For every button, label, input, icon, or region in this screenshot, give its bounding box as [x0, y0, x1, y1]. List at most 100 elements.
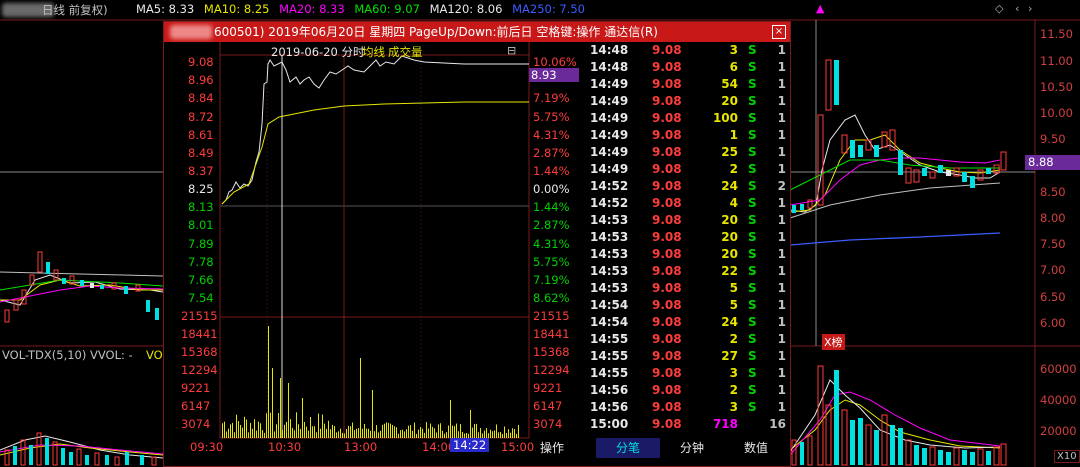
- volume-toggle[interactable]: 成交量: [388, 44, 423, 60]
- settings-icon[interactable]: ⊟: [507, 44, 516, 57]
- avg-line-toggle[interactable]: 均线: [362, 44, 385, 60]
- volume-bar: [346, 429, 347, 438]
- tick-row[interactable]: 15:00 9.08 718 16: [582, 417, 790, 434]
- tick-price: 9.08: [652, 43, 682, 57]
- tick-row[interactable]: 14:48 9.08 6 S 1: [582, 60, 790, 77]
- volume-bar: [422, 428, 423, 438]
- volume-bar: [224, 421, 225, 438]
- price-label: 7.54: [188, 291, 214, 305]
- volume-bar: [496, 424, 497, 438]
- tick-row[interactable]: 14:55 9.08 2 S 1: [582, 332, 790, 349]
- volume-bar: [370, 430, 371, 438]
- tick-row[interactable]: 14:53 9.08 5 S 1: [582, 281, 790, 298]
- volume-bar: [240, 424, 241, 438]
- volume-bar: [388, 422, 389, 438]
- tick-price: 9.08: [652, 383, 682, 397]
- tick-row[interactable]: 14:55 9.08 27 S 1: [582, 349, 790, 366]
- tick-row[interactable]: 14:49 9.08 25 S 1: [582, 145, 790, 162]
- tick-row[interactable]: 14:52 9.08 24 S 2: [582, 179, 790, 196]
- tick-row[interactable]: 14:48 9.08 3 S 1: [582, 43, 790, 60]
- tick-time: 14:49: [590, 77, 629, 91]
- tick-row[interactable]: 14:49 9.08 20 S 1: [582, 94, 790, 111]
- volume-bar: [244, 416, 245, 438]
- volume-bar: [444, 433, 445, 438]
- tick-volume: 3: [729, 366, 738, 380]
- tab-ticks[interactable]: 分笔: [596, 438, 660, 458]
- price-label: 8.61: [188, 128, 214, 142]
- tick-row[interactable]: 14:49 9.08 100 S 1: [582, 111, 790, 128]
- volume-bar: [270, 412, 271, 438]
- tick-row[interactable]: 14:53 9.08 20 S 1: [582, 247, 790, 264]
- tick-time: 14:53: [590, 264, 629, 278]
- volume-bar: [342, 432, 343, 438]
- current-price-tag: 8.88: [1025, 155, 1080, 170]
- volume-bar: [498, 432, 499, 438]
- volume-bar: [226, 431, 227, 438]
- tick-count: 1: [777, 349, 786, 363]
- kline-marker[interactable]: X榜: [822, 334, 845, 350]
- volume-indicator-label[interactable]: VOL-TDX(5,10) VVOL: -: [2, 348, 133, 362]
- tick-time: 14:55: [590, 332, 629, 346]
- volume-bar: [368, 428, 369, 438]
- tick-row[interactable]: 14:53 9.08 20 S 1: [582, 213, 790, 230]
- price-label: 8.37: [188, 164, 214, 178]
- volume-bar: [404, 431, 405, 438]
- volume-bar: [418, 429, 419, 438]
- volume-bar: [294, 430, 295, 438]
- tick-row[interactable]: 14:53 9.08 22 S 1: [582, 264, 790, 281]
- volume-bar: [338, 431, 339, 438]
- volume-bar: [402, 429, 403, 438]
- volume-bar: [458, 431, 459, 438]
- tick-count: 1: [777, 247, 786, 261]
- tick-row[interactable]: 14:49 9.08 1 S 1: [582, 128, 790, 145]
- close-icon[interactable]: ×: [772, 25, 786, 39]
- volume-bar: [262, 430, 263, 438]
- volume-label: 15368: [181, 345, 218, 359]
- tick-time: 14:49: [590, 128, 629, 142]
- tick-row[interactable]: 14:56 9.08 3 S 1: [582, 400, 790, 417]
- tick-side: S: [748, 366, 757, 380]
- volume-bar: [286, 421, 287, 438]
- tick-volume: 2: [729, 162, 738, 176]
- tick-row[interactable]: 14:54 9.08 5 S 1: [582, 298, 790, 315]
- volume-bar: [504, 426, 505, 438]
- tick-row[interactable]: 14:52 9.08 4 S 1: [582, 196, 790, 213]
- tick-time: 14:48: [590, 60, 629, 74]
- volume-bar: [390, 423, 391, 438]
- pct-label: 4.31%: [533, 237, 570, 251]
- volume-bar: [490, 429, 491, 438]
- scale-label[interactable]: X10: [1054, 450, 1080, 463]
- tick-volume: 6: [729, 60, 738, 74]
- tab-values[interactable]: 数值: [724, 438, 788, 458]
- tick-side: S: [748, 43, 757, 57]
- volume-bar: [394, 426, 395, 438]
- volume-bar: [516, 433, 517, 438]
- volume-label: 18441: [181, 327, 218, 341]
- tick-price: 9.08: [652, 128, 682, 142]
- tab-operation[interactable]: 操作: [532, 438, 572, 458]
- volume-bar: [486, 428, 487, 438]
- volume-bar: [416, 433, 417, 438]
- tick-row[interactable]: 14:53 9.08 20 S 1: [582, 230, 790, 247]
- volume-bar: [236, 414, 237, 438]
- tick-volume: 24: [721, 179, 738, 193]
- tick-row[interactable]: 14:49 9.08 54 S 1: [582, 77, 790, 94]
- tick-volume: 2: [729, 383, 738, 397]
- tick-row[interactable]: 14:49 9.08 2 S 1: [582, 162, 790, 179]
- volume-bar: [288, 383, 289, 438]
- volume-bar: [350, 426, 351, 438]
- volume-bar: [476, 423, 477, 438]
- tick-row[interactable]: 14:55 9.08 3 S 1: [582, 366, 790, 383]
- tab-minute[interactable]: 分钟: [660, 438, 724, 458]
- price-label: 8.96: [188, 73, 214, 87]
- tick-volume: 2: [729, 332, 738, 346]
- volume-label: 6147: [181, 399, 211, 413]
- popup-title-bar[interactable]: 600501) 2019年06月20日 星期四 PageUp/Down:前后日 …: [164, 22, 790, 42]
- tick-side: S: [748, 281, 757, 295]
- volume-bar: [450, 400, 451, 438]
- pct-label: 0.00%: [533, 182, 570, 196]
- tick-row[interactable]: 14:56 9.08 2 S 1: [582, 383, 790, 400]
- volume-bar: [506, 432, 507, 438]
- tick-row[interactable]: 14:54 9.08 24 S 1: [582, 315, 790, 332]
- tick-count: 1: [777, 43, 786, 57]
